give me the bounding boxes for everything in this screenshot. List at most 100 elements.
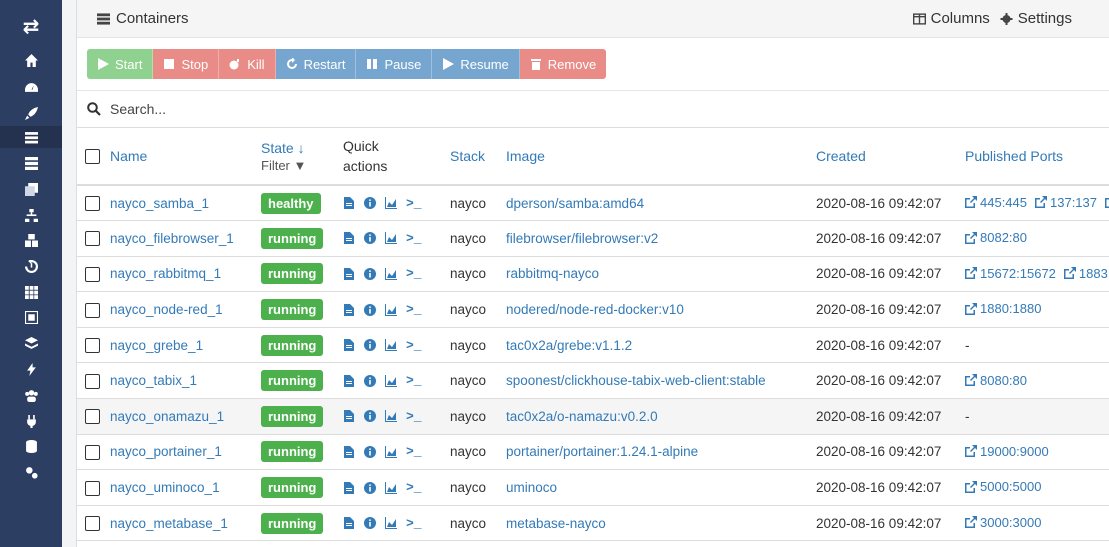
state-filter[interactable]: Filter ▼ bbox=[261, 158, 343, 173]
image-link[interactable]: tac0x2a/o-namazu:v0.2.0 bbox=[506, 409, 658, 424]
image-link[interactable]: uminoco bbox=[506, 480, 557, 495]
select-all-checkbox[interactable] bbox=[85, 149, 100, 165]
logs-icon[interactable] bbox=[343, 374, 355, 387]
info-icon[interactable] bbox=[364, 232, 376, 245]
row-checkbox[interactable] bbox=[85, 373, 100, 389]
row-checkbox[interactable] bbox=[85, 444, 100, 460]
sidebar-item-plug[interactable] bbox=[0, 410, 62, 432]
port-link[interactable]: 3000:3000 bbox=[965, 515, 1041, 530]
container-name-link[interactable]: nayco_onamazu_1 bbox=[110, 409, 224, 424]
sidebar-item-history[interactable] bbox=[0, 255, 62, 277]
remove-button[interactable]: Remove bbox=[519, 49, 607, 79]
sidebar-item-stacks[interactable] bbox=[0, 152, 62, 174]
stats-icon[interactable] bbox=[385, 410, 397, 423]
logs-icon[interactable] bbox=[343, 481, 355, 494]
port-link[interactable]: 8080:80 bbox=[965, 373, 1027, 388]
row-checkbox[interactable] bbox=[85, 409, 100, 425]
console-icon[interactable]: >_ bbox=[406, 231, 422, 246]
sidebar-item-list[interactable] bbox=[0, 126, 62, 148]
info-icon[interactable] bbox=[364, 517, 376, 530]
image-link[interactable]: nodered/node-red-docker:v10 bbox=[506, 302, 684, 317]
port-link-overflow[interactable] bbox=[1105, 196, 1109, 209]
kill-button[interactable]: Kill bbox=[219, 49, 276, 79]
stats-icon[interactable] bbox=[385, 374, 397, 387]
console-icon[interactable]: >_ bbox=[406, 444, 422, 459]
port-link[interactable]: 1880:1880 bbox=[965, 301, 1041, 316]
port-link[interactable]: 19000:9000 bbox=[965, 444, 1049, 459]
stats-icon[interactable] bbox=[385, 232, 397, 245]
image-column-header[interactable]: Image bbox=[506, 148, 545, 164]
settings-button[interactable]: Settings bbox=[1000, 10, 1072, 27]
image-link[interactable]: rabbitmq-nayco bbox=[506, 266, 599, 281]
stats-icon[interactable] bbox=[385, 445, 397, 458]
sidebar-item-object-ungroup[interactable] bbox=[0, 306, 62, 328]
console-icon[interactable]: >_ bbox=[406, 338, 422, 353]
sidebar-item-cubes[interactable] bbox=[0, 229, 62, 251]
stack-column-header[interactable]: Stack bbox=[450, 148, 485, 164]
logs-icon[interactable] bbox=[343, 232, 355, 245]
container-name-link[interactable]: nayco_grebe_1 bbox=[110, 338, 203, 353]
container-name-link[interactable]: nayco_tabix_1 bbox=[110, 373, 197, 388]
info-icon[interactable] bbox=[364, 303, 376, 316]
container-name-link[interactable]: nayco_node-red_1 bbox=[110, 302, 223, 317]
sidebar-item-database[interactable] bbox=[0, 435, 62, 457]
logs-icon[interactable] bbox=[343, 267, 355, 280]
sidebar-item-clone[interactable] bbox=[0, 178, 62, 200]
stats-icon[interactable] bbox=[385, 267, 397, 280]
stats-icon[interactable] bbox=[385, 197, 397, 210]
stats-icon[interactable] bbox=[385, 339, 397, 352]
console-icon[interactable]: >_ bbox=[406, 480, 422, 495]
port-link[interactable]: 445:445 bbox=[965, 195, 1027, 210]
logs-icon[interactable] bbox=[343, 410, 355, 423]
logo[interactable]: ⇄ bbox=[0, 14, 62, 39]
stats-icon[interactable] bbox=[385, 481, 397, 494]
container-name-link[interactable]: nayco_samba_1 bbox=[110, 196, 209, 211]
resume-button[interactable]: Resume bbox=[432, 49, 520, 79]
pause-button[interactable]: Pause bbox=[356, 49, 433, 79]
columns-button[interactable]: Columns bbox=[912, 10, 990, 27]
image-link[interactable]: dperson/samba:amd64 bbox=[506, 196, 644, 211]
sidebar-item-users[interactable] bbox=[0, 384, 62, 406]
logs-icon[interactable] bbox=[343, 197, 355, 210]
row-checkbox[interactable] bbox=[85, 516, 100, 532]
container-name-link[interactable]: nayco_filebrowser_1 bbox=[110, 231, 234, 246]
stats-icon[interactable] bbox=[385, 517, 397, 530]
sidebar-item-home[interactable] bbox=[0, 49, 62, 71]
sidebar-item-bolt[interactable] bbox=[0, 358, 62, 380]
container-name-link[interactable]: nayco_rabbitmq_1 bbox=[110, 266, 221, 281]
console-icon[interactable]: >_ bbox=[406, 196, 422, 211]
sidebar-item-dashboard[interactable] bbox=[0, 76, 62, 98]
info-icon[interactable] bbox=[364, 410, 376, 423]
container-name-link[interactable]: nayco_portainer_1 bbox=[110, 444, 222, 459]
info-icon[interactable] bbox=[364, 339, 376, 352]
row-checkbox[interactable] bbox=[85, 302, 100, 318]
console-icon[interactable]: >_ bbox=[406, 302, 422, 317]
image-link[interactable]: spoonest/clickhouse-tabix-web-client:sta… bbox=[506, 373, 766, 388]
logs-icon[interactable] bbox=[343, 339, 355, 352]
sidebar-item-th[interactable] bbox=[0, 281, 62, 303]
logs-icon[interactable] bbox=[343, 517, 355, 530]
stop-button[interactable]: Stop bbox=[153, 49, 220, 79]
console-icon[interactable]: >_ bbox=[406, 409, 422, 424]
sidebar-item-cogs[interactable] bbox=[0, 461, 62, 483]
console-icon[interactable]: >_ bbox=[406, 266, 422, 281]
image-link[interactable]: portainer/portainer:1.24.1-alpine bbox=[506, 444, 698, 459]
info-icon[interactable] bbox=[364, 445, 376, 458]
port-link[interactable]: 137:137 bbox=[1035, 195, 1097, 210]
row-checkbox[interactable] bbox=[85, 266, 100, 282]
restart-button[interactable]: Restart bbox=[275, 49, 357, 79]
start-button[interactable]: Start bbox=[87, 49, 154, 79]
container-name-link[interactable]: nayco_uminoco_1 bbox=[110, 480, 220, 495]
sidebar-item-layers[interactable] bbox=[0, 332, 62, 354]
ports-column-header[interactable]: Published Ports bbox=[965, 148, 1063, 164]
info-icon[interactable] bbox=[364, 197, 376, 210]
logs-icon[interactable] bbox=[343, 445, 355, 458]
sidebar-item-rocket[interactable] bbox=[0, 102, 62, 124]
info-icon[interactable] bbox=[364, 267, 376, 280]
port-link[interactable]: 15672:15672 bbox=[965, 266, 1056, 281]
stats-icon[interactable] bbox=[385, 303, 397, 316]
info-icon[interactable] bbox=[364, 481, 376, 494]
row-checkbox[interactable] bbox=[85, 231, 100, 247]
sidebar-item-sitemap[interactable] bbox=[0, 204, 62, 226]
container-name-link[interactable]: nayco_metabase_1 bbox=[110, 516, 228, 531]
